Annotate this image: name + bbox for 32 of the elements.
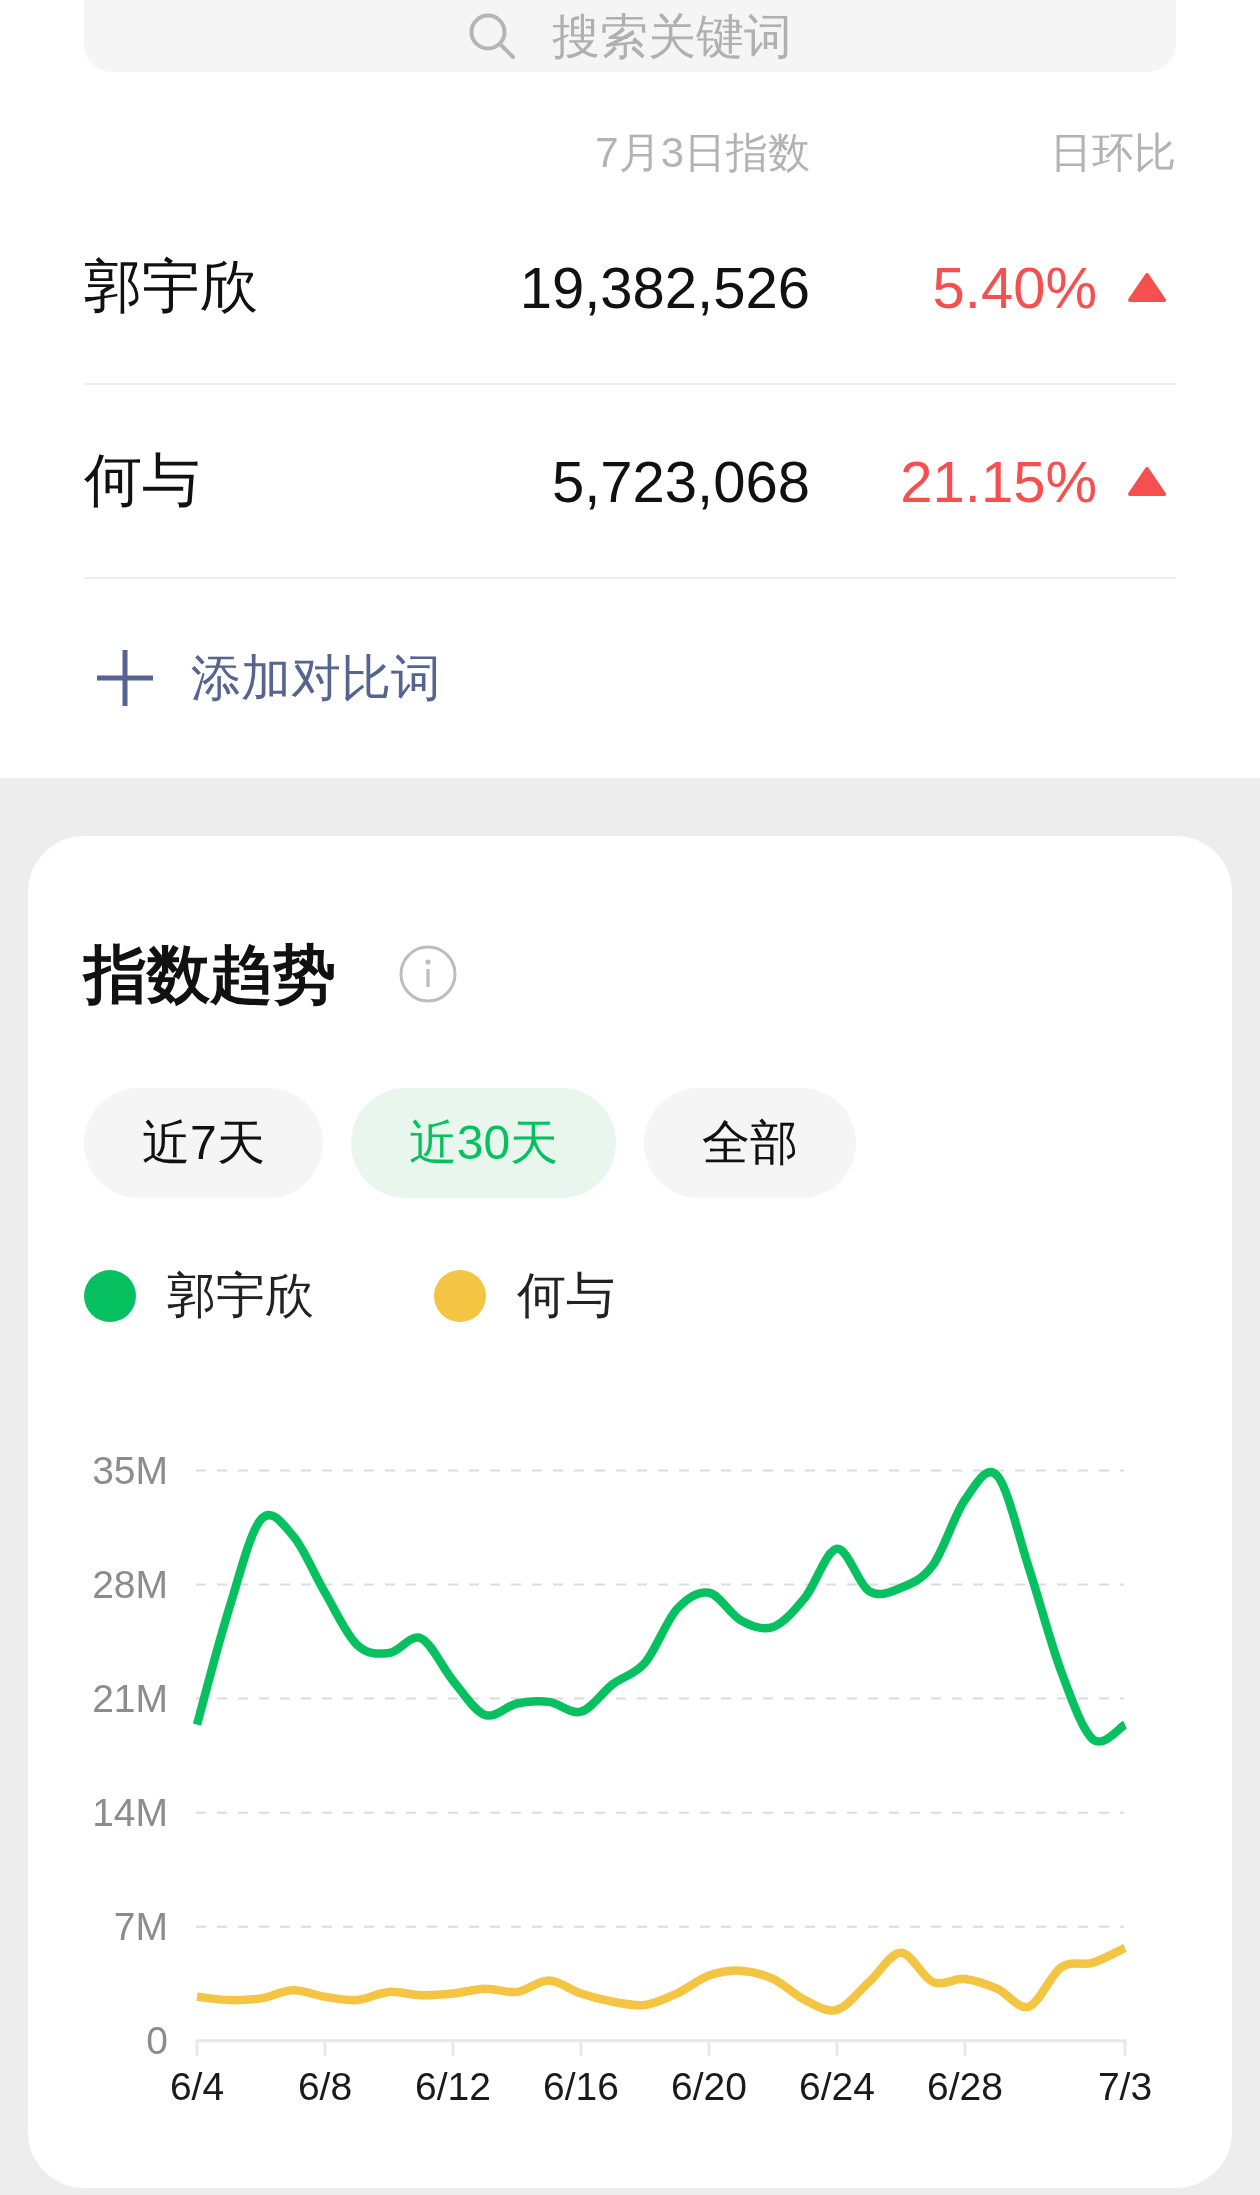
legend-label: 何与 — [517, 1267, 615, 1324]
add-compare-button[interactable]: 添加对比词 — [84, 644, 441, 712]
y-axis-label: 0 — [146, 2019, 168, 2063]
x-axis-label: 6/4 — [169, 2064, 225, 2108]
x-axis-label: 6/8 — [297, 2064, 353, 2108]
x-axis-label: 6/28 — [927, 2064, 1003, 2108]
info-icon[interactable] — [399, 945, 457, 1003]
y-axis-label: 28M — [92, 1563, 168, 1607]
x-axis-label: 6/16 — [543, 2064, 619, 2108]
keyword-name: 何与 — [84, 446, 200, 514]
y-axis-label: 35M — [92, 1449, 168, 1492]
search-field[interactable]: 搜索关键词 — [84, 0, 1176, 72]
change-column-header: 日环比 — [1050, 129, 1176, 177]
x-axis-label: 6/20 — [671, 2064, 747, 2108]
x-axis-label: 6/12 — [415, 2064, 491, 2108]
y-axis-label: 7M — [113, 1905, 168, 1949]
change-value: 21.15% — [900, 447, 1097, 515]
search-icon — [468, 12, 515, 59]
index-value: 5,723,068 — [551, 447, 810, 515]
plus-icon — [97, 650, 153, 706]
section-title: 指数趋势 — [84, 938, 336, 1011]
legend-label: 郭宇欣 — [167, 1267, 314, 1324]
index-value: 19,382,526 — [519, 253, 810, 321]
y-axis-label: 14M — [92, 1791, 168, 1835]
x-axis-label: 6/24 — [799, 2064, 875, 2108]
x-axis-label: 7/3 — [1097, 2064, 1153, 2108]
change-value: 5.40% — [932, 253, 1097, 321]
range-tab[interactable]: 全部 — [644, 1088, 857, 1198]
range-tab[interactable]: 近7天 — [84, 1088, 323, 1198]
keyword-name: 郭宇欣 — [84, 252, 258, 320]
index-column-header: 7月3日指数 — [595, 129, 810, 177]
y-axis-label: 21M — [92, 1677, 168, 1721]
